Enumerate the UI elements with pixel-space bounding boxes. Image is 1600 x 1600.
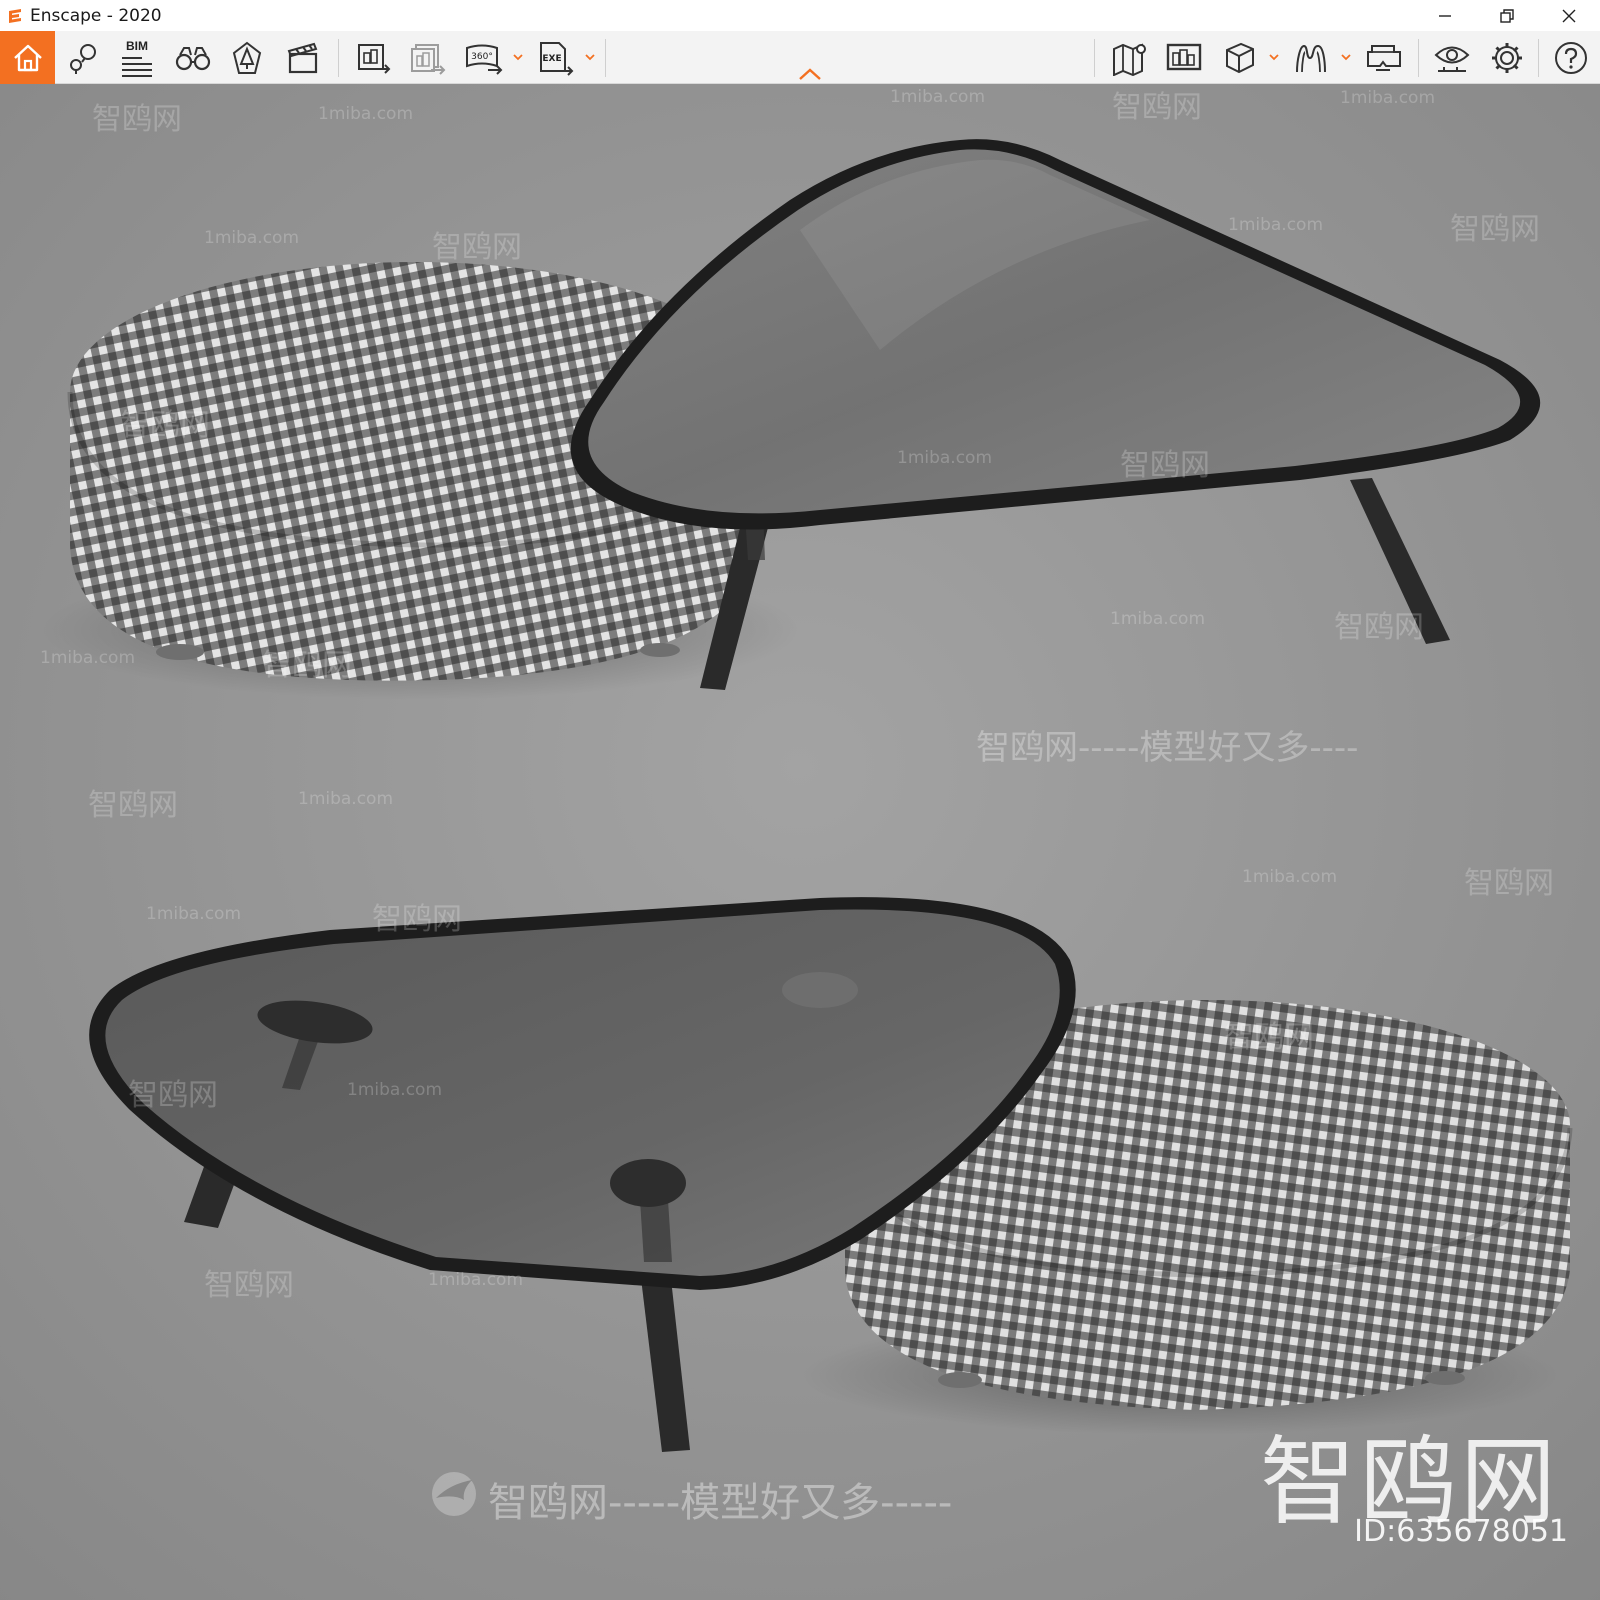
watermark-brand: 智鸥网: [1120, 448, 1210, 483]
toolbar-separator: [1094, 39, 1095, 77]
watermark-site: 1miba.com: [1242, 867, 1338, 887]
close-icon: [1562, 9, 1576, 22]
watermark-brand: 智鸥网: [204, 1268, 294, 1303]
exe-icon: EXE: [540, 41, 574, 76]
panorama-dropdown-caret[interactable]: [512, 31, 524, 84]
watermark-slogan: 智鸥网-----模型好又多----: [976, 728, 1359, 768]
tree-icon: [232, 41, 262, 74]
watermark-slogan-bottom: 智鸥网-----模型好又多-----: [488, 1480, 953, 1526]
batch-render-button[interactable]: [404, 31, 452, 84]
watermark-site: 1miba.com: [890, 87, 986, 107]
watermark-brand: 智鸥网: [1450, 212, 1540, 247]
bird-logo-icon: [432, 1472, 476, 1516]
asset-library-button[interactable]: [222, 31, 272, 84]
render-image-button[interactable]: [350, 31, 398, 84]
window-controls: [1414, 0, 1600, 31]
watermark-brand: 智鸥网: [92, 102, 182, 137]
title-bar: Enscape - 2020: [0, 0, 1600, 31]
watermark-site: 1miba.com: [1228, 215, 1324, 235]
help-button[interactable]: [1548, 31, 1594, 84]
panorama-label: 360°: [471, 52, 493, 62]
watermark-brand: 智鸥网: [1224, 1020, 1314, 1055]
scene-render: [0, 84, 1600, 1600]
exe-label: EXE: [542, 54, 561, 64]
enscape-logo-icon: [9, 8, 21, 23]
map-icon: [1113, 42, 1146, 76]
watermark-brand: 智鸥网: [432, 230, 522, 265]
collapse-toolbar-chevron-icon[interactable]: [798, 67, 822, 81]
gear-icon: [1492, 42, 1522, 73]
orthographic-button[interactable]: [1288, 31, 1334, 84]
exe-dropdown-caret[interactable]: [584, 31, 596, 84]
monitor-icon: [1166, 43, 1202, 70]
watermark-site: 1miba.com: [318, 104, 414, 124]
watermark-brand: 智鸥网: [1464, 866, 1554, 901]
materials-button[interactable]: [1216, 31, 1262, 84]
watermark-site: 1miba.com: [40, 648, 136, 668]
export-exe-button[interactable]: EXE: [532, 31, 580, 84]
chevron-down-icon: [513, 54, 523, 61]
cube-icon: [1226, 42, 1254, 73]
general-settings-button[interactable]: [1484, 31, 1530, 84]
home-button[interactable]: [0, 31, 55, 84]
vr-headset-icon: [1367, 44, 1401, 71]
watermark-brand: 智鸥网: [262, 648, 352, 683]
home-icon: [13, 44, 42, 71]
watermark-site: 1miba.com: [1110, 609, 1206, 629]
chevron-down-icon: [1269, 54, 1279, 61]
screenshot-view-button[interactable]: [1160, 31, 1208, 84]
help-icon: [1555, 41, 1587, 74]
chevron-down-icon: [585, 54, 595, 61]
restore-button[interactable]: [1476, 0, 1538, 31]
eye-icon: [1434, 46, 1470, 72]
watermark-brand: 智鸥网: [120, 408, 210, 443]
batch-render-icon: [411, 43, 446, 75]
watermark-brand: 智鸥网: [1112, 90, 1202, 125]
watermark-site: 1miba.com: [347, 1080, 443, 1100]
window-title: Enscape - 2020: [30, 5, 162, 26]
render-image-icon: [358, 43, 391, 74]
model-id-label: ID:635678051: [1354, 1514, 1568, 1549]
orthographic-dropdown-caret[interactable]: [1340, 31, 1352, 84]
toolbar-separator: [1538, 39, 1539, 77]
sculpture-icon: [1296, 44, 1326, 72]
bim-button[interactable]: BIM: [112, 31, 162, 84]
toolbar-separator: [338, 39, 339, 77]
video-editor-button[interactable]: [278, 31, 328, 84]
materials-dropdown-caret[interactable]: [1268, 31, 1280, 84]
watermark-site: 1miba.com: [146, 904, 242, 924]
close-button[interactable]: [1538, 0, 1600, 31]
visual-settings-button[interactable]: [1428, 31, 1476, 84]
view-management-button[interactable]: [60, 31, 108, 84]
render-viewport[interactable]: 1miba.com 1miba.com 1miba.com 1miba.com …: [0, 84, 1600, 1600]
watermark-site: 1miba.com: [204, 228, 300, 248]
bim-icon: [122, 56, 152, 77]
watermark-site: 1miba.com: [428, 1270, 524, 1290]
vr-headset-button[interactable]: [1360, 31, 1408, 84]
bim-label: BIM: [126, 38, 148, 53]
minimize-button[interactable]: [1414, 0, 1476, 31]
watermark-site: 1miba.com: [1340, 88, 1436, 108]
binoculars-icon: [175, 46, 211, 70]
watermark-brand: 智鸥网: [128, 1078, 218, 1113]
map-button[interactable]: [1106, 31, 1154, 84]
render-panorama-button[interactable]: 360°: [460, 31, 508, 84]
watermark-brand: 智鸥网: [88, 788, 178, 823]
clapperboard-icon: [287, 42, 318, 73]
pin-icon: [70, 43, 96, 74]
watermark-brand: 智鸥网: [1334, 610, 1424, 645]
minimize-icon: [1439, 14, 1451, 17]
walk-mode-button[interactable]: [168, 31, 218, 84]
restore-icon: [1500, 8, 1514, 23]
toolbar-separator: [1418, 39, 1419, 77]
panorama-icon: 360°: [466, 44, 503, 75]
watermark-site: 1miba.com: [897, 448, 993, 468]
toolbar-separator: [605, 39, 606, 77]
watermark-brand: 智鸥网: [372, 902, 462, 937]
chevron-down-icon: [1341, 54, 1351, 61]
watermark-site: 1miba.com: [298, 789, 394, 809]
